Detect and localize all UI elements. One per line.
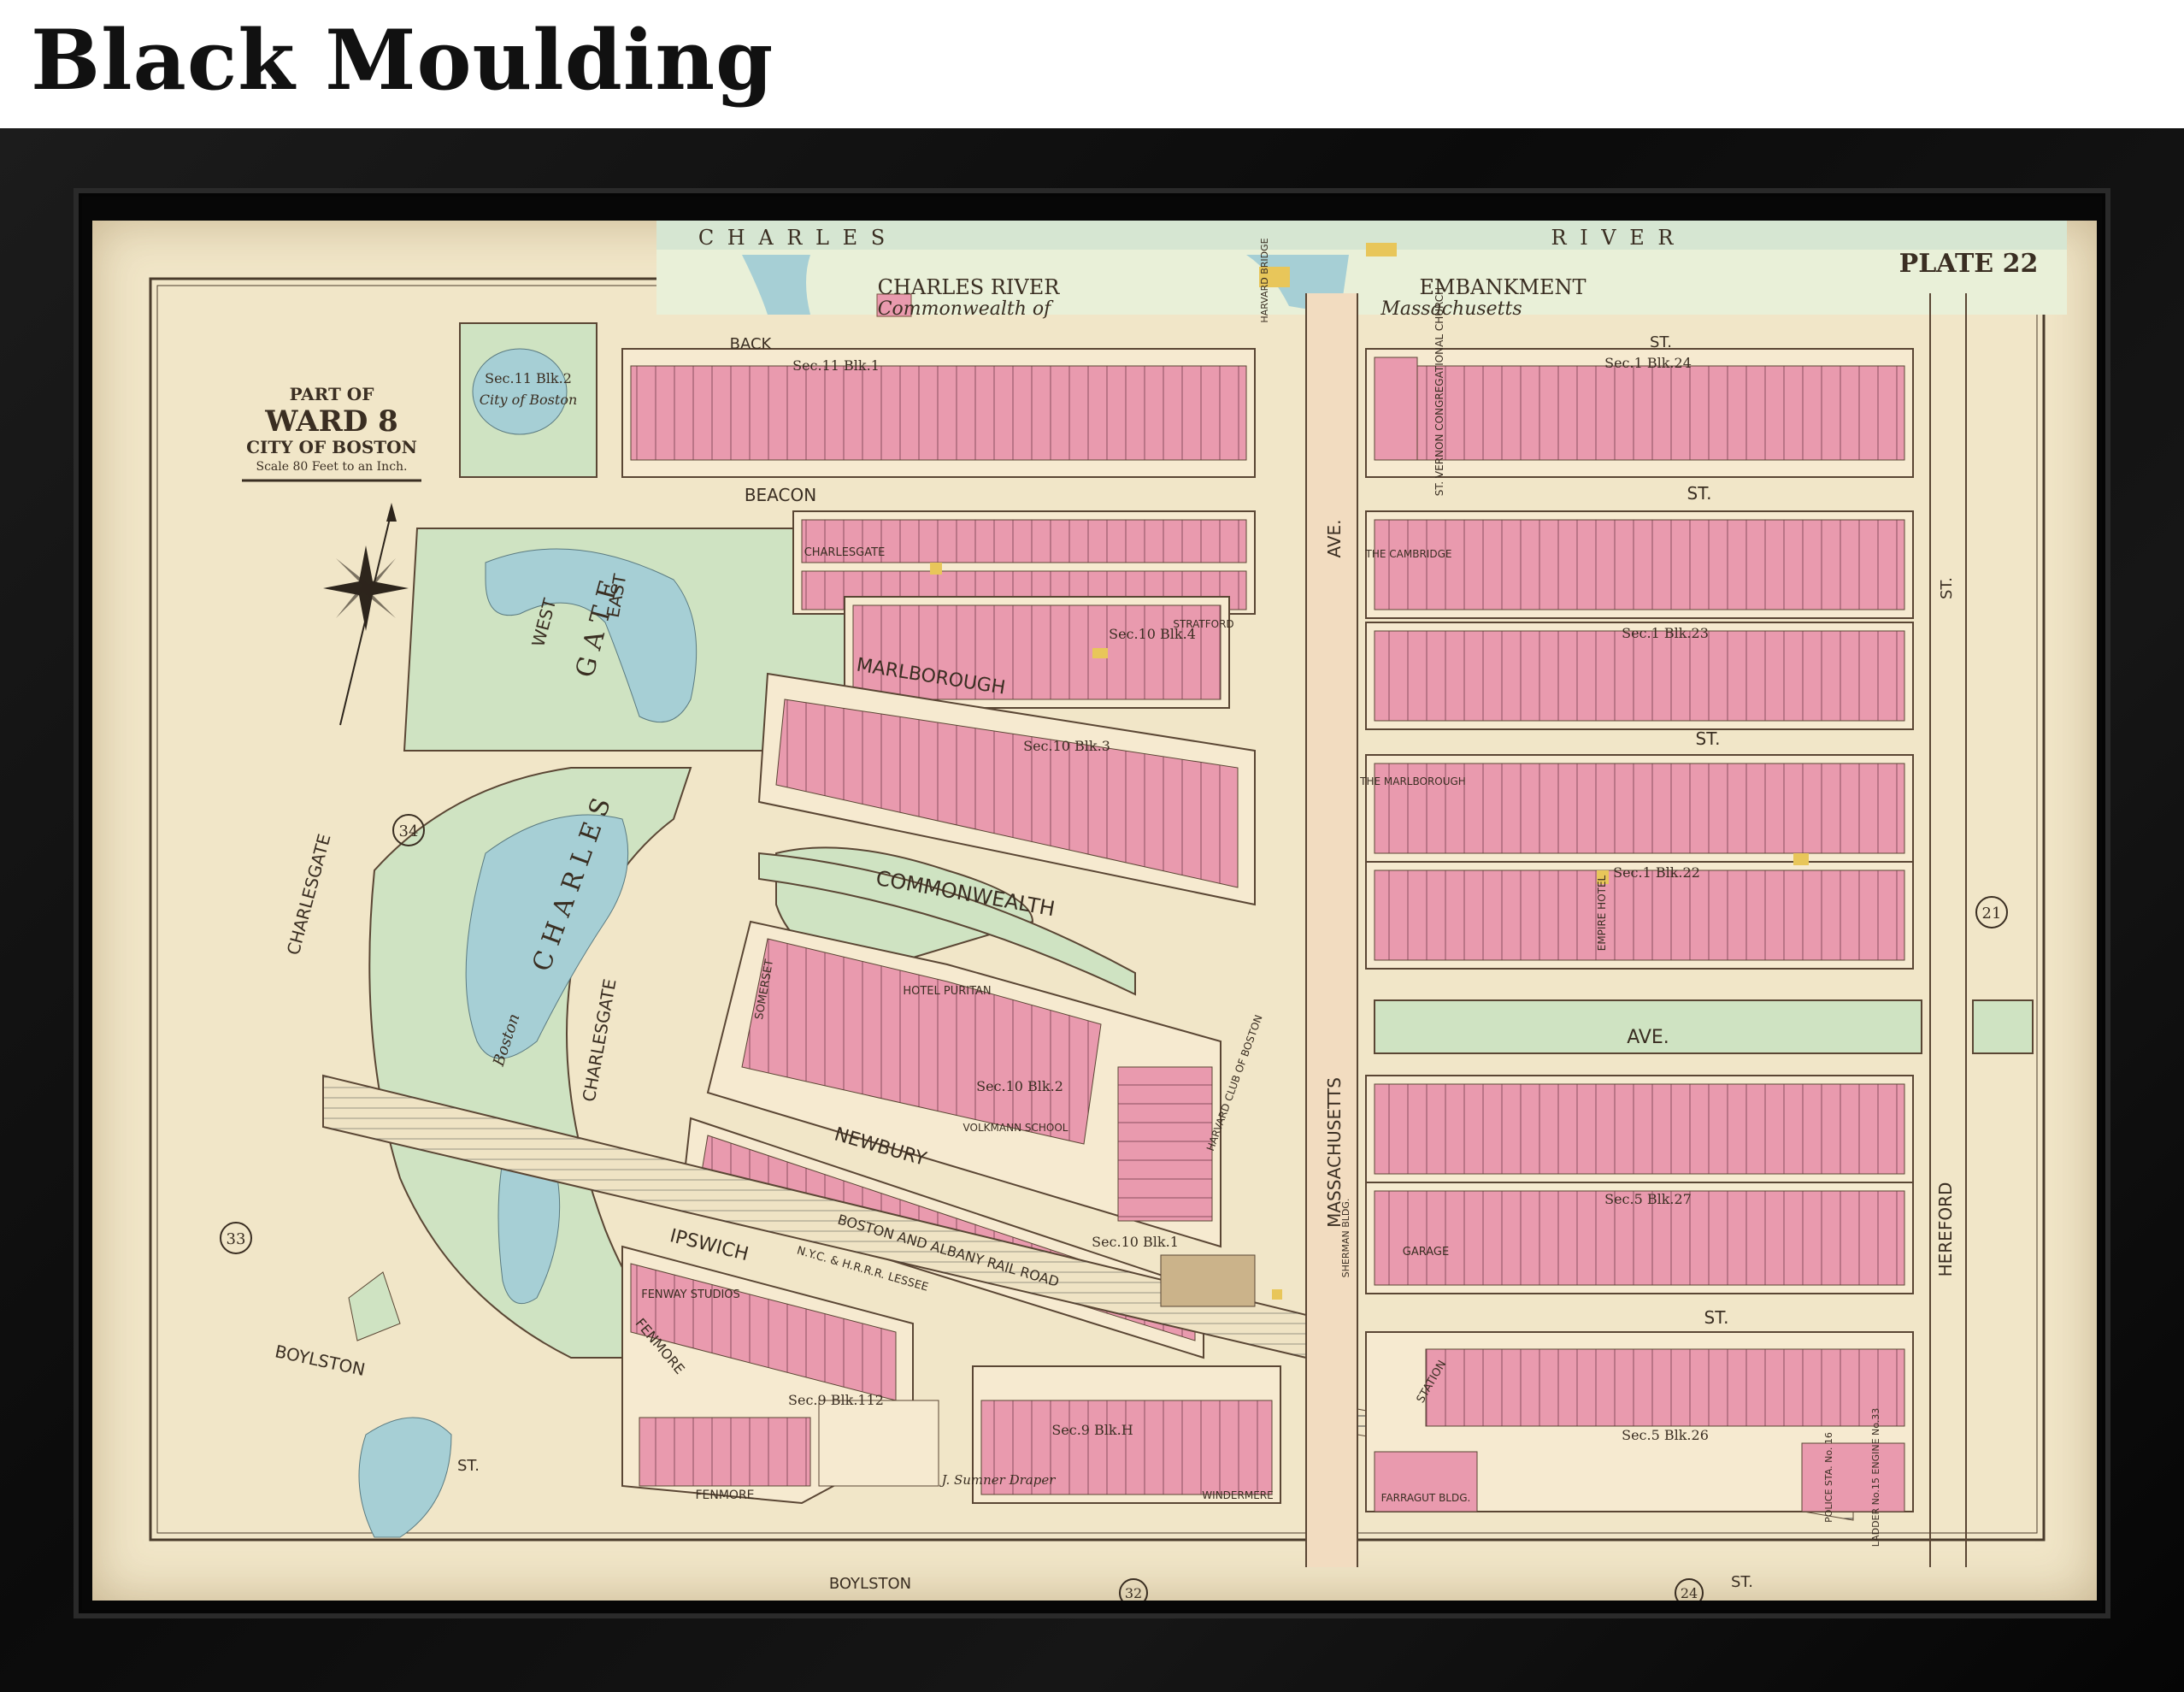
plate-ref-21: 21 (1975, 896, 2008, 929)
bldg-marlborough: THE MARLBOROUGH (1359, 775, 1466, 787)
label-marlborough-st: ST. (1696, 728, 1721, 749)
atlas-map: PART OF WARD 8 CITY OF BOSTON Scale 80 F… (149, 221, 2067, 1601)
bldg-hotel-puritan: HOTEL PURITAN (903, 985, 991, 998)
svg-text:34: 34 (399, 822, 419, 840)
label-hereford-st: ST. (1938, 577, 1956, 599)
bldg-windermere: WINDERMERE (1202, 1489, 1273, 1501)
label-back: BACK (730, 335, 773, 353)
label-beacon-st: ST. (1687, 483, 1712, 504)
label-charles-river: CHARLES RIVER (878, 275, 1061, 299)
block-label-sec9-blkH: Sec.9 Blk.H (1051, 1422, 1133, 1438)
label-boylston-bottom: BOYLSTON (829, 1575, 911, 1593)
bldg-fenway-studios: FENWAY STUDIOS (641, 1288, 740, 1301)
svg-text:21: 21 (1982, 905, 2002, 923)
plate-ref-33: 33 (220, 1222, 252, 1254)
plate-ref-32: 32 (1119, 1578, 1148, 1601)
block-label-sec10-blk3: Sec.10 Blk.3 (1023, 738, 1110, 754)
block-label-sec10-blk1: Sec.10 Blk.1 (1092, 1234, 1179, 1250)
bldg-sherman: SHERMAN BLDG. (1340, 1199, 1351, 1278)
label-boylston-left: BOYLSTON (274, 1341, 368, 1380)
label-massachusetts-top: Massachusetts (1380, 298, 1522, 320)
label-mass-ave: AVE. (1324, 519, 1345, 557)
block-label-sec10-blk2: Sec.10 Blk.2 (976, 1078, 1063, 1094)
compass-rose (323, 503, 409, 726)
block-label-sec11-blk1: Sec.11 Blk.1 (792, 357, 880, 374)
bldg-st-vernon: ST. VERNON CONGREGATIONAL CHURCH (1433, 287, 1445, 496)
label-commonwealth-ave: AVE. (1627, 1027, 1669, 1048)
bldg-ladder: LADDER No.15 ENGINE No.33 (1870, 1408, 1881, 1548)
label-harvard-bridge: HARVARD BRIDGE (1259, 238, 1270, 322)
label-commonwealth-of: Commonwealth of (878, 298, 1054, 320)
label-boylston-left-st: ST. (457, 1457, 480, 1475)
label-ipswich: IPSWICH (668, 1225, 751, 1265)
plate-ref-24: 24 (1675, 1578, 1704, 1601)
bldg-garage: GARAGE (1403, 1246, 1449, 1259)
massachusetts-ave-road (1306, 293, 1357, 1567)
label-river: R I V E R (1551, 226, 1677, 250)
bldg-fenmore-bottom: FENMORE (695, 1489, 754, 1502)
label-charlesgate-mid: CHARLESGATE (579, 977, 621, 1104)
block-label-sec1-blk24: Sec.1 Blk.24 (1604, 355, 1692, 371)
block-label-sec9-blk112: Sec.9 Blk.112 (788, 1392, 884, 1408)
legend-part-of: PART OF (290, 384, 374, 404)
svg-text:24: 24 (1681, 1585, 1698, 1601)
bldg-farragut: FARRAGUT BLDG. (1381, 1492, 1471, 1504)
label-newbury-st: ST. (1704, 1307, 1729, 1328)
map-legend: PART OF WARD 8 CITY OF BOSTON Scale 80 F… (242, 384, 421, 482)
label-beacon: BEACON (745, 485, 816, 505)
block-label-sec5-blk27: Sec.5 Blk.27 (1604, 1191, 1692, 1207)
block-label-sec5-blk26: Sec.5 Blk.26 (1622, 1427, 1709, 1443)
svg-text:33: 33 (227, 1230, 246, 1248)
block-label-sec1-blk22: Sec.1 Blk.22 (1613, 864, 1700, 881)
plate-label: PLATE 22 (1899, 249, 2039, 279)
block-label-sec11-blk2: Sec.11 Blk.2 (485, 370, 572, 386)
bldg-police-sta: POLICE STA. No. 16 (1823, 1432, 1834, 1523)
label-back-st: ST. (1650, 333, 1672, 351)
label-boylston-bottom-st: ST. (1731, 1573, 1753, 1591)
bldg-empire-hotel: EMPIRE HOTEL (1596, 875, 1608, 951)
legend-scale: Scale 80 Feet to an Inch. (256, 460, 407, 474)
legend-ward: WARD 8 (264, 404, 398, 439)
bldg-charlesgate: CHARLESGATE (804, 546, 886, 559)
bldg-cambridge: THE CAMBRIDGE (1365, 548, 1452, 560)
bldg-j-sumner-draper: J. Sumner Draper (939, 1472, 1057, 1488)
svg-text:32: 32 (1125, 1585, 1142, 1601)
label-hereford: HEREFORD (1935, 1182, 1956, 1277)
legend-city: CITY OF BOSTON (246, 437, 417, 457)
bldg-stratford: STRATFORD (1173, 618, 1233, 630)
bldg-volkmann-school: VOLKMANN SCHOOL (963, 1122, 1068, 1134)
page-title: Black Moulding (31, 12, 774, 109)
label-charles: C H A R L E S (698, 226, 888, 250)
label-charlesgate-road: CHARLESGATE (283, 832, 335, 958)
label-city-of-boston: City of Boston (480, 392, 578, 408)
block-label-sec1-blk23: Sec.1 Blk.23 (1622, 625, 1709, 641)
